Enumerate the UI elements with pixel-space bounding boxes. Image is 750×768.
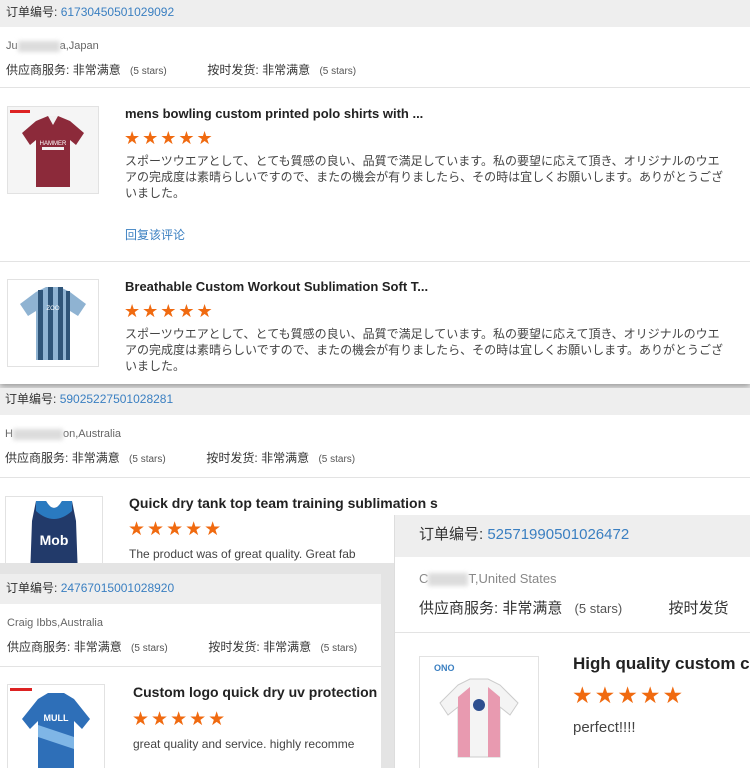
product-thumbnail[interactable]: ONO (419, 656, 539, 768)
reply-link[interactable]: 回复该评论 (125, 226, 185, 243)
product-thumbnail[interactable]: HAMMER (7, 106, 99, 194)
white-jersey-image: ONO (420, 657, 538, 768)
rating-row: 供应商服务: 非常满意 (5 stars) 按时发货: 非常满意 (5 star… (5, 451, 356, 465)
order-label: 订单编号: (6, 581, 58, 595)
polo-shirt-image: HAMMER (8, 107, 98, 193)
order-label: 订单编号: (419, 526, 484, 543)
order-header: 订单编号: 24767015001028920 (0, 574, 381, 604)
divider (395, 632, 750, 633)
order-label: 订单编号: (6, 5, 58, 19)
review-card-united-states: 订单编号: 52571990501026472 C T,United States… (394, 515, 750, 768)
product-title[interactable]: mens bowling custom printed polo shirts … (125, 106, 423, 121)
order-number[interactable]: 61730450501029092 (61, 5, 174, 19)
product-title[interactable]: High quality custom c (573, 654, 750, 674)
rating-stars: ★★★★★ (124, 128, 215, 148)
divider (0, 261, 750, 262)
review-text: The product was of great quality. Great … (129, 547, 356, 561)
rating-row: 供应商服务: 非常满意 (5 stars) 按时发货: 非常满意 (5 star… (6, 63, 357, 77)
blurred-name (12, 428, 63, 440)
review-card-japan: 订单编号: 61730450501029092 Ju a,Japan 供应商服务:… (0, 0, 750, 384)
order-header: 订单编号: 59025227501028281 (0, 388, 750, 415)
rating-stars: ★★★★★ (572, 682, 686, 708)
striped-tshirt-image: ZOO (8, 280, 98, 366)
order-label: 订单编号: (5, 392, 57, 406)
review-text: スポーツウエアとして、とても質感の良い、品質で満足しています。私の要望に応えて頂… (125, 154, 723, 200)
product-thumbnail[interactable]: ZOO (7, 279, 99, 367)
rating-row: 供应商服务: 非常满意 (5 stars) 按时发货: 非常满意 (5 star… (7, 640, 358, 654)
buyer-info: Hon,Australia (5, 428, 122, 440)
review-text: スポーツウエアとして、とても質感の良い、品質で満足しています。私の要望に応えて頂… (125, 327, 723, 373)
rating-stars: ★★★★★ (132, 709, 228, 730)
svg-text:Mob: Mob (40, 532, 69, 548)
product-title[interactable]: Breathable Custom Workout Sublimation So… (125, 279, 428, 294)
buyer-info: Ju a,Japan (6, 40, 99, 52)
order-number[interactable]: 52571990501026472 (487, 526, 629, 543)
rating-stars: ★★★★★ (128, 519, 224, 540)
review-text: perfect!!!! (573, 719, 636, 736)
blurred-name (428, 573, 469, 587)
order-number[interactable]: 24767015001028920 (61, 581, 174, 595)
product-title[interactable]: Custom logo quick dry uv protection (133, 684, 381, 700)
rating-row: 供应商服务: 非常满意 (5 stars) 按时发货 (419, 600, 729, 617)
review-text: great quality and service. highly recomm… (133, 737, 355, 751)
blurred-name (17, 40, 60, 52)
svg-text:MULL: MULL (44, 713, 69, 723)
svg-text:ONO: ONO (434, 663, 455, 673)
product-thumbnail[interactable]: Mob (5, 496, 103, 563)
uv-shirt-image: MULL (8, 685, 104, 768)
order-number[interactable]: 59025227501028281 (60, 392, 173, 406)
divider (0, 477, 750, 478)
svg-text:ZOO: ZOO (47, 306, 60, 312)
divider (0, 666, 381, 667)
buyer-info: C T,United States (419, 571, 557, 587)
buyer-info: Craig Ibbs,Australia (7, 617, 103, 629)
product-title[interactable]: Quick dry tank top team training sublima… (129, 495, 469, 511)
product-thumbnail[interactable]: MULL (7, 684, 105, 768)
order-header: 订单编号: 61730450501029092 (0, 0, 750, 27)
divider (0, 87, 750, 88)
tank-top-image: Mob (6, 497, 102, 563)
review-card-australia-2: 订单编号: 24767015001028920 Craig Ibbs,Austr… (0, 574, 381, 768)
rating-stars: ★★★★★ (124, 301, 215, 321)
svg-text:HAMMER: HAMMER (40, 141, 67, 147)
order-header: 订单编号: 52571990501026472 (395, 515, 750, 557)
